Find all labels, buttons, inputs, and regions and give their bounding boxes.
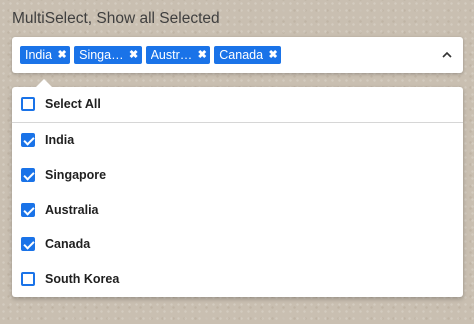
select-all-label: Select All bbox=[45, 97, 101, 111]
option-label: Singapore bbox=[45, 168, 107, 182]
option-australia[interactable]: Australia bbox=[12, 193, 463, 227]
option-label: Canada bbox=[45, 237, 91, 251]
option-label: Australia bbox=[45, 203, 99, 217]
tag-label: Canada bbox=[219, 48, 264, 62]
checkbox-south-korea[interactable] bbox=[21, 272, 35, 286]
close-icon[interactable]: ✖ bbox=[197, 46, 207, 64]
tag-label: Austr… bbox=[150, 48, 193, 62]
tag-label: Singa… bbox=[79, 48, 124, 62]
option-india[interactable]: India bbox=[12, 123, 463, 157]
selected-tags: India ✖ Singa… ✖ Austr… ✖ Canada ✖ bbox=[20, 46, 282, 64]
page-title: MultiSelect, Show all Selected bbox=[12, 10, 220, 27]
tag-india: India ✖ bbox=[20, 46, 71, 64]
select-all-checkbox[interactable] bbox=[21, 97, 35, 111]
tag-singapore: Singa… ✖ bbox=[74, 46, 142, 64]
select-all-option[interactable]: Select All bbox=[12, 87, 463, 121]
option-singapore[interactable]: Singapore bbox=[12, 158, 463, 192]
checkbox-india[interactable] bbox=[21, 133, 35, 147]
close-icon[interactable]: ✖ bbox=[268, 46, 278, 64]
close-icon[interactable]: ✖ bbox=[57, 46, 67, 64]
option-label: India bbox=[45, 133, 75, 147]
tag-label: India bbox=[25, 48, 53, 62]
checkbox-australia[interactable] bbox=[21, 203, 35, 217]
tag-canada: Canada ✖ bbox=[214, 46, 282, 64]
option-canada[interactable]: Canada bbox=[12, 227, 463, 261]
tag-australia: Austr… ✖ bbox=[145, 46, 211, 64]
close-icon[interactable]: ✖ bbox=[129, 46, 139, 64]
chevron-up-icon[interactable] bbox=[440, 49, 454, 61]
option-label: South Korea bbox=[45, 272, 120, 286]
dropdown-pointer bbox=[36, 79, 52, 87]
checkbox-canada[interactable] bbox=[21, 237, 35, 251]
multiselect-input[interactable]: India ✖ Singa… ✖ Austr… ✖ Canada ✖ bbox=[12, 37, 463, 73]
dropdown-list: Select All India Singapore Australia Can… bbox=[12, 79, 463, 297]
option-south-korea[interactable]: South Korea bbox=[12, 262, 463, 296]
checkbox-singapore[interactable] bbox=[21, 168, 35, 182]
